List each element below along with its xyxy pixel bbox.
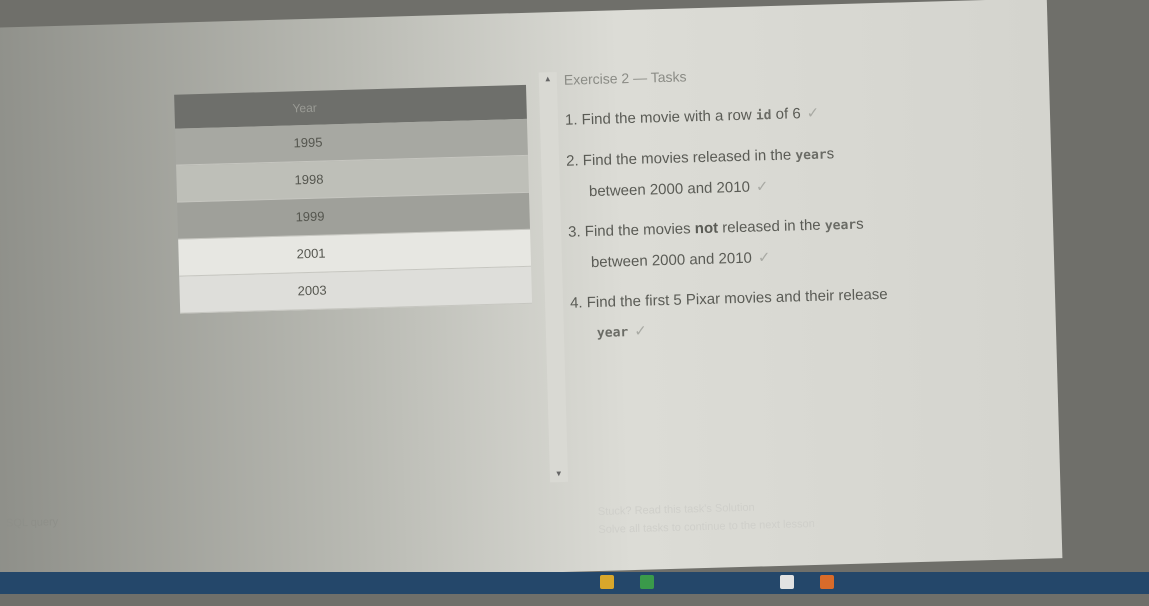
tasks-panel: Exercise 2 — Tasks 1. Find the movie wit… xyxy=(564,60,1012,360)
app-icon[interactable] xyxy=(600,575,614,589)
scroll-up-icon[interactable]: ▲ xyxy=(544,74,552,83)
task-text: between 2000 and 2010 xyxy=(588,178,751,201)
task-text: released in the xyxy=(717,216,826,237)
tasks-footer: Stuck? Read this task's Solution Solve a… xyxy=(598,500,815,542)
app-icon[interactable] xyxy=(640,575,654,589)
task-text: s xyxy=(855,215,864,233)
task-text: s xyxy=(826,145,835,163)
task-text: 3. Find the movies xyxy=(567,220,696,241)
task-4: 4. Find the first 5 Pixar movies and the… xyxy=(570,276,1012,349)
task-1: 1. Find the movie with a row id of 6 ✓ xyxy=(565,94,1006,137)
task-2: 2. Find the movies released in the years… xyxy=(566,134,1008,207)
app-icon[interactable] xyxy=(780,575,794,589)
task-3: 3. Find the movies not released in the y… xyxy=(568,205,1010,278)
code-keyword: year xyxy=(824,217,857,234)
code-keyword: id xyxy=(755,108,772,124)
taskbar xyxy=(0,572,1149,594)
task-text: 2. Find the movies released in the xyxy=(565,146,796,170)
table-scrollbar[interactable]: ▲ ▼ xyxy=(538,72,569,483)
checkmark-icon: ✓ xyxy=(633,322,648,340)
solution-link[interactable]: Stuck? Read this task's Solution xyxy=(598,500,815,518)
continue-note: Solve all tasks to continue to the next … xyxy=(598,517,815,537)
task-text: 1. Find the movie with a row xyxy=(564,106,757,129)
task-text: between 2000 and 2010 xyxy=(590,249,753,272)
code-keyword: year xyxy=(795,147,827,164)
editor-label: SQL query xyxy=(5,516,59,530)
app-icon[interactable] xyxy=(820,575,834,589)
checkmark-icon: ✓ xyxy=(806,104,820,123)
task-text: 4. Find the first 5 Pixar movies and the… xyxy=(569,285,888,312)
code-keyword: year xyxy=(596,325,629,341)
lesson-page: Year 1995 1998 1999 2001 2003 ▲ ▼ Exerci… xyxy=(0,0,1063,589)
checkmark-icon: ✓ xyxy=(757,249,771,267)
scroll-down-icon[interactable]: ▼ xyxy=(555,469,563,478)
tasks-title: Exercise 2 — Tasks xyxy=(563,68,687,88)
task-text: of 6 xyxy=(771,105,801,124)
task-emphasis: not xyxy=(694,219,719,238)
results-table: Year 1995 1998 1999 2001 2003 xyxy=(174,84,533,314)
checkmark-icon: ✓ xyxy=(755,178,769,196)
screen: Year 1995 1998 1999 2001 2003 ▲ ▼ Exerci… xyxy=(0,0,1149,606)
